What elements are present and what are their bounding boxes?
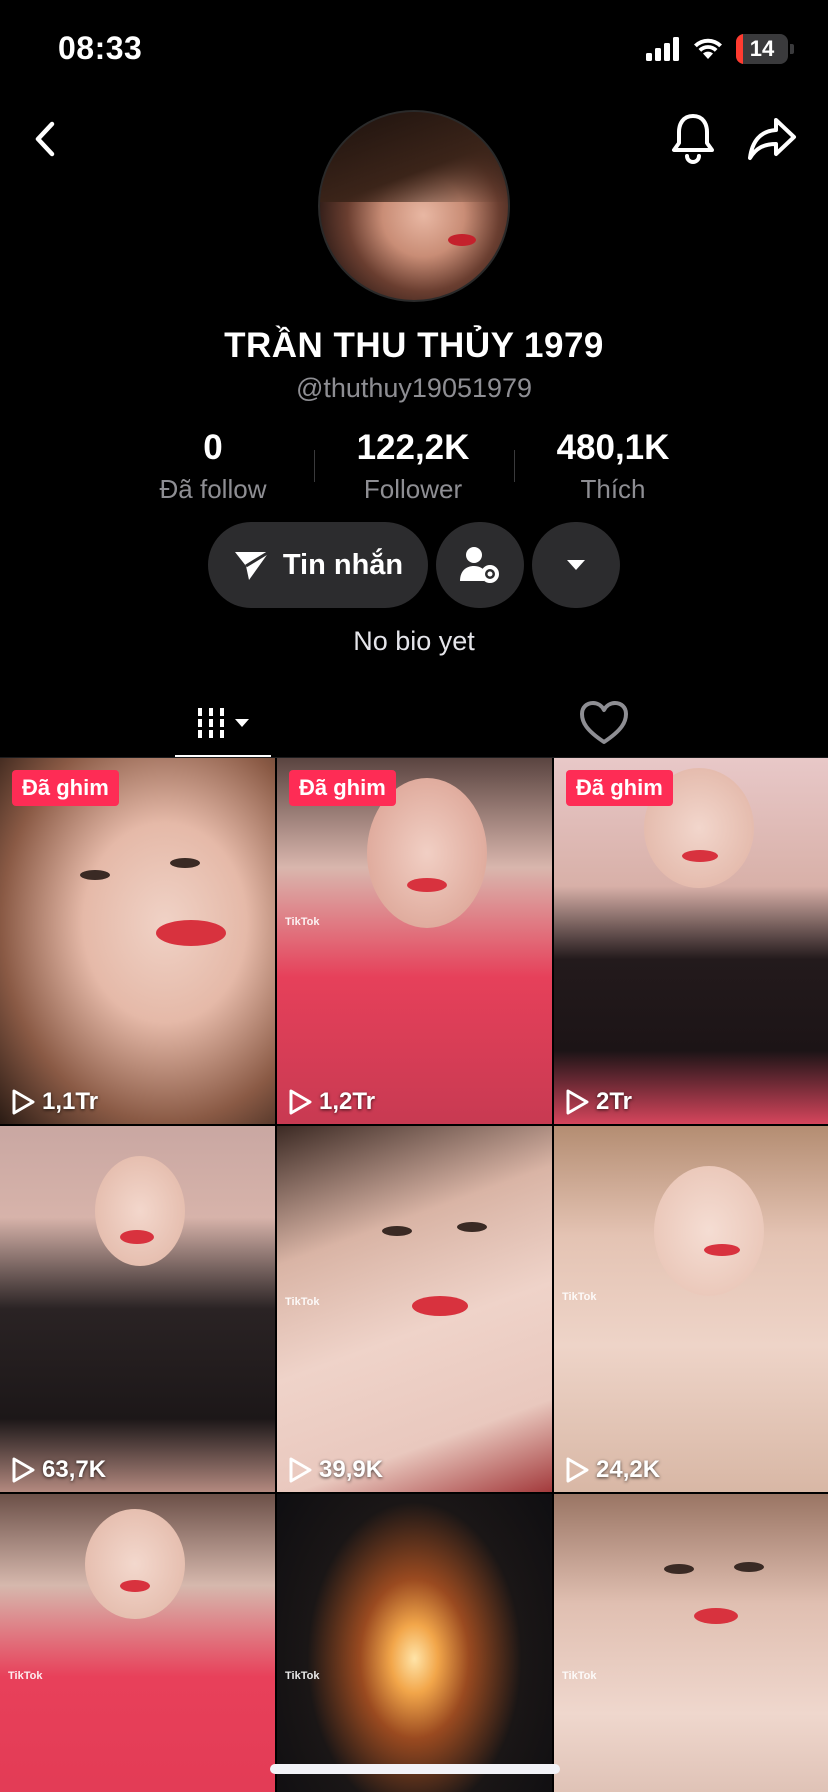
play-icon: [12, 1089, 35, 1115]
grid-icon: [198, 708, 224, 738]
view-count-text: 2Tr: [596, 1088, 633, 1115]
stat-followers[interactable]: 122,2K Follower: [313, 428, 513, 505]
avatar[interactable]: [318, 110, 510, 302]
tab-videos[interactable]: [175, 688, 271, 758]
view-count: 1,1Tr: [10, 1088, 98, 1116]
video-thumbnail[interactable]: TikTok: [0, 1494, 275, 1792]
video-thumbnail[interactable]: TikTok: [554, 1494, 828, 1792]
bell-icon[interactable]: [668, 110, 718, 166]
following-count: 0: [203, 428, 223, 467]
message-button-label: Tin nhắn: [282, 548, 404, 581]
pinned-badge: Đã ghim: [566, 770, 673, 806]
user-settings-icon: [460, 547, 499, 583]
view-count-text: 39,9K: [319, 1456, 384, 1483]
status-bar: 08:33 14: [0, 0, 828, 100]
tiktok-watermark: TikTok: [562, 1670, 597, 1682]
heart-icon[interactable]: [576, 698, 632, 748]
play-icon: [289, 1089, 312, 1115]
cellular-signal-icon: [646, 37, 679, 61]
video-thumbnail[interactable]: 63,7K: [0, 1126, 275, 1492]
followers-label: Follower: [363, 474, 463, 504]
battery-indicator: 14: [736, 34, 794, 64]
display-name: TRẦN THU THỦY 1979: [224, 326, 604, 365]
video-thumbnail[interactable]: TikTok 39,9K: [277, 1126, 552, 1492]
status-time: 08:33: [58, 30, 143, 66]
play-icon: [566, 1457, 589, 1483]
battery-fill: [736, 34, 744, 64]
stat-likes[interactable]: 480,1K Thích: [513, 428, 713, 505]
play-icon: [12, 1457, 35, 1483]
video-grid: Đã ghim 1,1Tr Đã ghim TikTok 1,2Tr Đã gh…: [0, 758, 828, 1792]
more-options-button[interactable]: [532, 522, 620, 608]
view-count: 1,2Tr: [287, 1088, 375, 1116]
view-count: 39,9K: [287, 1456, 383, 1484]
tiktok-watermark: TikTok: [8, 1670, 43, 1682]
pinned-badge: Đã ghim: [289, 770, 396, 806]
followers-count: 122,2K: [356, 428, 470, 467]
message-button[interactable]: Tin nhắn: [208, 522, 428, 608]
following-label: Đã follow: [159, 474, 267, 504]
stat-following[interactable]: 0 Đã follow: [113, 428, 313, 505]
profile-stats: 0 Đã follow 122,2K Follower 480,1K Thích: [0, 428, 828, 508]
video-thumbnail[interactable]: Đã ghim 2Tr: [554, 758, 828, 1124]
video-thumbnail[interactable]: TikTok 24,2K: [554, 1126, 828, 1492]
play-icon: [566, 1089, 589, 1115]
tiktok-watermark: TikTok: [562, 1291, 597, 1303]
share-icon[interactable]: [744, 112, 800, 164]
send-icon: [234, 550, 270, 580]
tiktok-watermark: TikTok: [285, 1670, 320, 1682]
username: @thuthuy19051979: [295, 373, 533, 403]
likes-label: Thích: [580, 474, 646, 504]
wifi-icon: [694, 38, 722, 59]
view-count-text: 1,1Tr: [42, 1088, 99, 1115]
bio-text: No bio yet: [353, 626, 475, 656]
view-count: 24,2K: [564, 1456, 660, 1484]
pinned-badge: Đã ghim: [12, 770, 119, 806]
tiktok-watermark: TikTok: [285, 916, 320, 928]
caret-down-icon: [235, 719, 249, 727]
video-thumbnail[interactable]: Đã ghim TikTok 1,2Tr: [277, 758, 552, 1124]
video-thumbnail[interactable]: Đã ghim 1,1Tr: [0, 758, 275, 1124]
view-count-text: 63,7K: [42, 1456, 107, 1483]
view-count-text: 1,2Tr: [319, 1088, 376, 1115]
view-count: 2Tr: [564, 1088, 632, 1116]
tiktok-watermark: TikTok: [285, 1296, 320, 1308]
status-icons: 14: [646, 34, 794, 64]
back-arrow-icon[interactable]: [24, 114, 68, 164]
likes-count: 480,1K: [556, 428, 670, 467]
play-icon: [289, 1457, 312, 1483]
battery-percent: 14: [749, 36, 775, 61]
view-count-text: 24,2K: [596, 1456, 661, 1483]
video-thumbnail[interactable]: TikTok: [277, 1494, 552, 1792]
caret-down-icon: [567, 560, 585, 570]
friend-settings-button[interactable]: [436, 522, 524, 608]
view-count: 63,7K: [10, 1456, 106, 1484]
home-indicator[interactable]: [270, 1764, 560, 1774]
profile-tabs: [0, 688, 828, 758]
